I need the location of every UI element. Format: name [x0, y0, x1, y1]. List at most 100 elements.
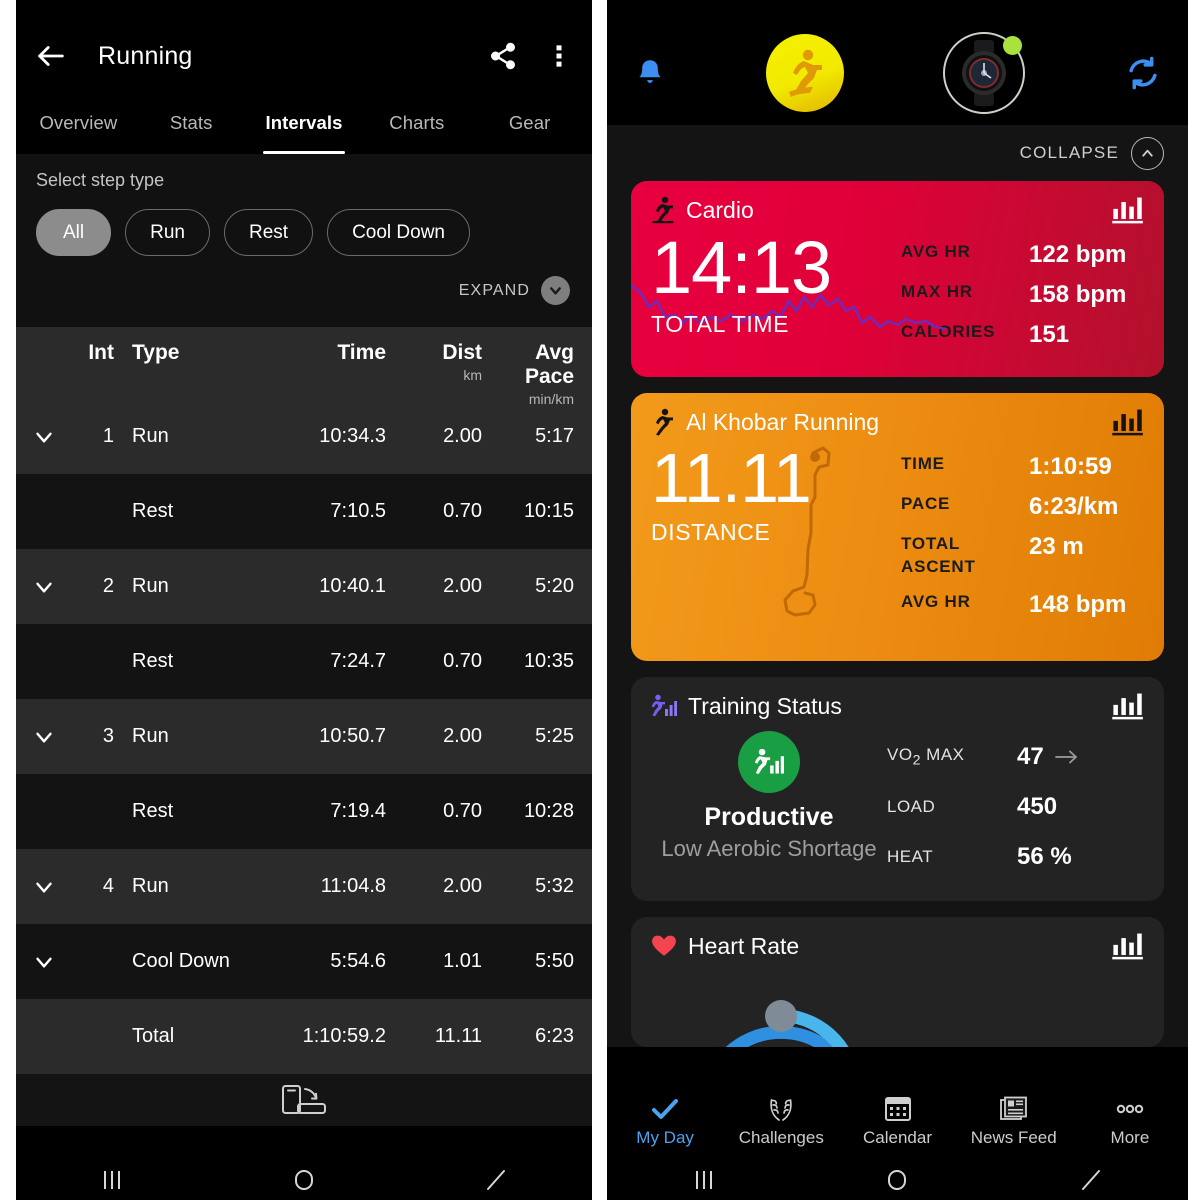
- row-chevron-icon[interactable]: [16, 949, 72, 975]
- more-dots-icon: [1113, 1095, 1147, 1123]
- rotate-screen-icon[interactable]: [278, 1083, 330, 1117]
- table-row[interactable]: 4 Run 11:04.8 2.00 5:32: [16, 849, 592, 924]
- chip-label: Rest: [248, 221, 289, 243]
- card-training-status[interactable]: Training Status Productive Low Aerobic S…: [631, 677, 1164, 901]
- nav-item-more[interactable]: More: [1072, 1095, 1188, 1148]
- recents-icon[interactable]: [687, 1167, 721, 1193]
- stat-row: PACE 6:23/km: [901, 493, 1144, 521]
- arrow-back-icon[interactable]: [34, 39, 68, 73]
- stat-row: VO2 MAX 47: [887, 743, 1144, 771]
- chevron-up-icon[interactable]: [1131, 136, 1164, 170]
- nav-item-challenges[interactable]: Challenges: [723, 1095, 839, 1148]
- row-chevron-icon[interactable]: [16, 874, 72, 900]
- table-row[interactable]: 1 Run 10:34.3 2.00 5:17: [16, 399, 592, 474]
- header-pace-unit: min/km: [528, 391, 574, 407]
- header-pace-label: Avg Pace: [524, 341, 574, 388]
- row-time: 5:54.6: [330, 950, 386, 972]
- tab-charts[interactable]: Charts: [360, 92, 473, 154]
- row-time: 7:10.5: [330, 500, 386, 522]
- card-cardio[interactable]: Cardio 14:13 TOTAL TIME AVG HR 122 bpm M…: [631, 181, 1164, 377]
- stat-key: HEAT: [887, 847, 934, 866]
- row-type: Cool Down: [132, 950, 230, 972]
- chip-rest[interactable]: Rest: [223, 209, 314, 256]
- home-icon[interactable]: [880, 1167, 914, 1193]
- share-icon[interactable]: [488, 41, 518, 71]
- row-type: Run: [132, 575, 169, 597]
- stat-value: 450: [1017, 793, 1058, 820]
- row-time: 10:50.7: [319, 725, 386, 747]
- primary-value: 11.11: [651, 439, 812, 517]
- nav-label: Calendar: [863, 1127, 932, 1147]
- rotate-screen-bar[interactable]: [16, 1074, 592, 1126]
- row-int: 3: [102, 725, 114, 747]
- row-time: 1:10:59.2: [302, 1025, 386, 1047]
- row-time: 10:34.3: [319, 425, 386, 447]
- stat-value: 47: [1017, 743, 1044, 770]
- row-chevron-icon[interactable]: [16, 574, 72, 600]
- heart-rate-gauge-icon: [725, 1000, 849, 1047]
- table-row[interactable]: Rest 7:10.5 0.70 10:15: [16, 474, 592, 549]
- header-dist-label: Dist: [442, 341, 482, 364]
- tab-gear[interactable]: Gear: [473, 92, 586, 154]
- table-row[interactable]: 2 Run 10:40.1 2.00 5:20: [16, 549, 592, 624]
- bar-chart-icon[interactable]: [1110, 407, 1144, 437]
- stat-row: AVG HR 148 bpm: [901, 591, 1144, 619]
- intervals-table: Int Type Time Dist km Avg Pace min/km 1 …: [16, 327, 592, 1074]
- row-chevron-icon[interactable]: [16, 424, 72, 450]
- status-bar-left: [16, 0, 592, 20]
- row-int: 2: [102, 575, 114, 597]
- row-chevron-icon[interactable]: [16, 724, 72, 750]
- home-icon[interactable]: [287, 1167, 321, 1193]
- chip-all[interactable]: All: [36, 209, 112, 256]
- right-phone-panel: COLLAPSE Cardio 14:13 TOTAL TIME AVG HR …: [607, 0, 1188, 1200]
- row-pace: 5:17: [535, 425, 574, 447]
- card-heart-rate[interactable]: Heart Rate: [631, 917, 1164, 1047]
- runner-avatar-icon[interactable]: [766, 33, 844, 112]
- primary-value: 14:13: [651, 226, 832, 309]
- row-dist: 2.00: [443, 875, 482, 897]
- nav-item-my-day[interactable]: My Day: [607, 1095, 723, 1148]
- chip-run[interactable]: Run: [125, 209, 210, 256]
- status-metrics: VO2 MAX 47 LOAD 450 HEAT 56 %: [887, 725, 1144, 893]
- sync-refresh-icon[interactable]: [1124, 54, 1162, 92]
- cards-container: Cardio 14:13 TOTAL TIME AVG HR 122 bpm M…: [607, 181, 1188, 1047]
- stat-row: HEAT 56 %: [887, 843, 1144, 871]
- row-int: 1: [102, 425, 114, 447]
- smartwatch-icon[interactable]: [943, 31, 1025, 114]
- bar-chart-icon[interactable]: [1110, 931, 1144, 961]
- calendar-glyph: [884, 1096, 911, 1121]
- back-icon[interactable]: [479, 1167, 513, 1193]
- row-pace: 5:32: [535, 875, 574, 897]
- notification-bell-icon[interactable]: [633, 56, 667, 90]
- tab-stats[interactable]: Stats: [135, 92, 248, 154]
- table-row-total: Total 1:10:59.2 11.11 6:23: [16, 999, 592, 1074]
- tab-label: Gear: [508, 112, 551, 133]
- tab-overview[interactable]: Overview: [22, 92, 135, 154]
- stat-key: LOAD: [887, 797, 936, 816]
- row-time: 7:19.4: [330, 800, 386, 822]
- recents-icon[interactable]: [95, 1167, 129, 1193]
- nav-item-news-feed[interactable]: News Feed: [956, 1095, 1072, 1148]
- card-title: Heart Rate: [688, 932, 800, 959]
- row-time: 10:40.1: [319, 575, 386, 597]
- status-bar-right: [607, 0, 1188, 20]
- table-row[interactable]: Rest 7:19.4 0.70 10:28: [16, 774, 592, 849]
- table-row[interactable]: Cool Down 5:54.6 1.01 5:50: [16, 924, 592, 999]
- table-row[interactable]: Rest 7:24.7 0.70 10:35: [16, 624, 592, 699]
- chevron-down-icon[interactable]: [541, 276, 570, 305]
- chip-cool-down[interactable]: Cool Down: [327, 209, 470, 256]
- device-connected-dot: [1003, 35, 1022, 55]
- back-icon[interactable]: [1074, 1167, 1108, 1193]
- expand-control[interactable]: EXPAND: [36, 256, 572, 319]
- tab-label: Overview: [39, 112, 118, 133]
- collapse-control[interactable]: COLLAPSE: [607, 125, 1188, 181]
- row-pace: 6:23: [535, 1025, 574, 1047]
- expand-label: EXPAND: [458, 281, 530, 299]
- nav-item-calendar[interactable]: Calendar: [839, 1095, 955, 1148]
- card-activity[interactable]: Al Khobar Running 11.11 DISTANCE TIME 1:…: [631, 393, 1164, 661]
- tab-intervals[interactable]: Intervals: [248, 92, 361, 154]
- bar-chart-icon[interactable]: [1110, 195, 1144, 225]
- bar-chart-icon[interactable]: [1110, 691, 1144, 721]
- table-row[interactable]: 3 Run 10:50.7 2.00 5:25: [16, 699, 592, 774]
- more-vertical-icon[interactable]: [544, 41, 574, 71]
